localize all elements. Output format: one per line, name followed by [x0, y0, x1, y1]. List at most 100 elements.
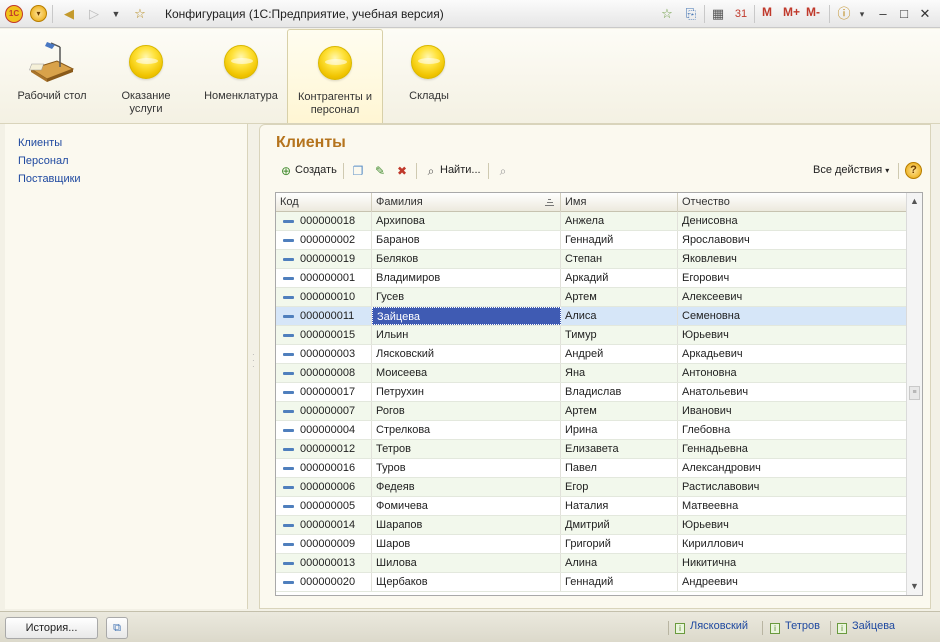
nav-item-clients[interactable]: Клиенты: [18, 137, 62, 149]
table-cell[interactable]: Яковлевич: [678, 250, 907, 268]
table-cell[interactable]: 000000012: [276, 440, 372, 458]
back-arrow-icon[interactable]: ◀: [59, 4, 79, 24]
column-header-name[interactable]: Имя: [561, 193, 678, 212]
table-cell[interactable]: 000000005: [276, 497, 372, 515]
table-row[interactable]: 000000014 Шарапов Дмитрий Юрьевич: [276, 516, 907, 535]
section-desktop[interactable]: Рабочий стол: [12, 29, 92, 123]
table-row[interactable]: 000000008 Моисеева Яна Антоновна: [276, 364, 907, 383]
table-cell[interactable]: Ярославович: [678, 231, 907, 249]
table-cell[interactable]: 000000011: [276, 307, 372, 325]
table-cell[interactable]: Степан: [561, 250, 678, 268]
table-cell[interactable]: Егор: [561, 478, 678, 496]
table-cell[interactable]: Григорий: [561, 535, 678, 553]
table-row[interactable]: 000000007 Рогов Артем Иванович: [276, 402, 907, 421]
table-row[interactable]: 000000015 Ильин Тимур Юрьевич: [276, 326, 907, 345]
table-cell[interactable]: Павел: [561, 459, 678, 477]
table-cell[interactable]: Аркадьевич: [678, 345, 907, 363]
table-cell[interactable]: 000000001: [276, 269, 372, 287]
clients-table[interactable]: Код Фамилия Имя Отчество 000000018 Архипо…: [275, 192, 923, 596]
table-cell[interactable]: Туров: [372, 459, 561, 477]
table-cell[interactable]: Наталия: [561, 497, 678, 515]
table-cell[interactable]: Денисовна: [678, 212, 907, 230]
table-cell[interactable]: Алексеевич: [678, 288, 907, 306]
table-row[interactable]: 000000016 Туров Павел Александрович: [276, 459, 907, 478]
table-cell[interactable]: Аркадий: [561, 269, 678, 287]
table-cell[interactable]: Беляков: [372, 250, 561, 268]
table-cell[interactable]: Шилова: [372, 554, 561, 572]
close-icon[interactable]: ✕: [916, 5, 934, 23]
table-cell[interactable]: Ильин: [372, 326, 561, 344]
table-cell[interactable]: 000000020: [276, 573, 372, 591]
table-cell[interactable]: 000000014: [276, 516, 372, 534]
table-cell[interactable]: Анатольевич: [678, 383, 907, 401]
table-row[interactable]: 000000004 Стрелкова Ирина Глебовна: [276, 421, 907, 440]
forward-arrow-icon[interactable]: ▷: [84, 4, 104, 24]
table-row[interactable]: 000000009 Шаров Григорий Кириллович: [276, 535, 907, 554]
scroll-thumb[interactable]: ≡: [909, 386, 920, 400]
table-cell[interactable]: Иванович: [678, 402, 907, 420]
table-cell[interactable]: Андреевич: [678, 573, 907, 591]
scroll-down-arrow-icon[interactable]: ▼: [910, 581, 919, 591]
table-cell[interactable]: Федеяв: [372, 478, 561, 496]
column-header-surname[interactable]: Фамилия: [372, 193, 561, 212]
section-warehouses[interactable]: Склады: [393, 29, 465, 123]
table-cell[interactable]: Тетров: [372, 440, 561, 458]
window-list-icon[interactable]: ⧉: [106, 617, 128, 639]
table-cell[interactable]: Шаров: [372, 535, 561, 553]
cancel-search-icon[interactable]: ⌕: [495, 163, 511, 179]
table-row[interactable]: 000000001 Владимиров Аркадий Егорович: [276, 269, 907, 288]
table-cell[interactable]: Александрович: [678, 459, 907, 477]
table-row[interactable]: 000000011 Зайцева Алиса Семеновна: [276, 307, 907, 326]
table-cell[interactable]: 000000009: [276, 535, 372, 553]
table-cell[interactable]: Щербаков: [372, 573, 561, 591]
add-favorite-icon[interactable]: ☆: [657, 4, 677, 24]
table-row[interactable]: 000000003 Лясковский Андрей Аркадьевич: [276, 345, 907, 364]
copy-icon[interactable]: ❐: [350, 163, 366, 179]
table-cell[interactable]: Владислав: [561, 383, 678, 401]
table-cell[interactable]: 000000002: [276, 231, 372, 249]
open-window-tab[interactable]: i Лясковский: [675, 620, 748, 634]
table-cell[interactable]: Геннадий: [561, 573, 678, 591]
maximize-icon[interactable]: □: [895, 5, 913, 23]
table-row[interactable]: 000000010 Гусев Артем Алексеевич: [276, 288, 907, 307]
app-logo-icon[interactable]: 1С: [5, 5, 23, 23]
table-row[interactable]: 000000006 Федеяв Егор Растиславович: [276, 478, 907, 497]
table-row[interactable]: 000000012 Тетров Елизавета Геннадьевна: [276, 440, 907, 459]
scroll-up-arrow-icon[interactable]: ▲: [910, 196, 919, 206]
table-cell[interactable]: Кириллович: [678, 535, 907, 553]
table-cell[interactable]: Владимиров: [372, 269, 561, 287]
table-cell[interactable]: 000000003: [276, 345, 372, 363]
table-row[interactable]: 000000013 Шилова Алина Никитична: [276, 554, 907, 573]
all-actions-button[interactable]: Все действия ▾: [813, 164, 889, 176]
table-cell[interactable]: Растиславович: [678, 478, 907, 496]
table-cell[interactable]: Артем: [561, 402, 678, 420]
section-nomenclature[interactable]: Номенклатура: [200, 29, 282, 123]
table-cell[interactable]: Андрей: [561, 345, 678, 363]
calculator-icon[interactable]: ▦: [708, 4, 728, 24]
column-header-patronymic[interactable]: Отчество: [678, 193, 907, 212]
table-cell[interactable]: Матвеевна: [678, 497, 907, 515]
table-cell[interactable]: Юрьевич: [678, 326, 907, 344]
table-cell[interactable]: Петрухин: [372, 383, 561, 401]
table-cell[interactable]: Шарапов: [372, 516, 561, 534]
table-cell[interactable]: Геннадьевна: [678, 440, 907, 458]
table-cell[interactable]: Егорович: [678, 269, 907, 287]
table-cell[interactable]: Дмитрий: [561, 516, 678, 534]
section-services[interactable]: Оказание услуги: [106, 29, 186, 123]
table-cell[interactable]: 000000017: [276, 383, 372, 401]
info-icon[interactable]: ⓘ: [834, 4, 854, 24]
table-cell[interactable]: Моисеева: [372, 364, 561, 382]
vertical-scrollbar[interactable]: ▲ ≡ ▼: [906, 193, 922, 595]
history-dropdown-icon[interactable]: ▼: [106, 4, 126, 24]
table-cell[interactable]: 000000007: [276, 402, 372, 420]
find-button[interactable]: Найти...: [440, 164, 481, 176]
memory-m-button[interactable]: M: [762, 5, 772, 19]
delete-mark-icon[interactable]: ✖: [394, 163, 410, 179]
create-button[interactable]: Создать: [295, 164, 337, 176]
table-row[interactable]: 000000005 Фомичева Наталия Матвеевна: [276, 497, 907, 516]
nav-item-staff[interactable]: Персонал: [18, 155, 69, 167]
table-cell[interactable]: 000000010: [276, 288, 372, 306]
calendar-icon[interactable]: 31: [731, 4, 751, 24]
table-cell[interactable]: Юрьевич: [678, 516, 907, 534]
minimize-icon[interactable]: –: [874, 5, 892, 23]
